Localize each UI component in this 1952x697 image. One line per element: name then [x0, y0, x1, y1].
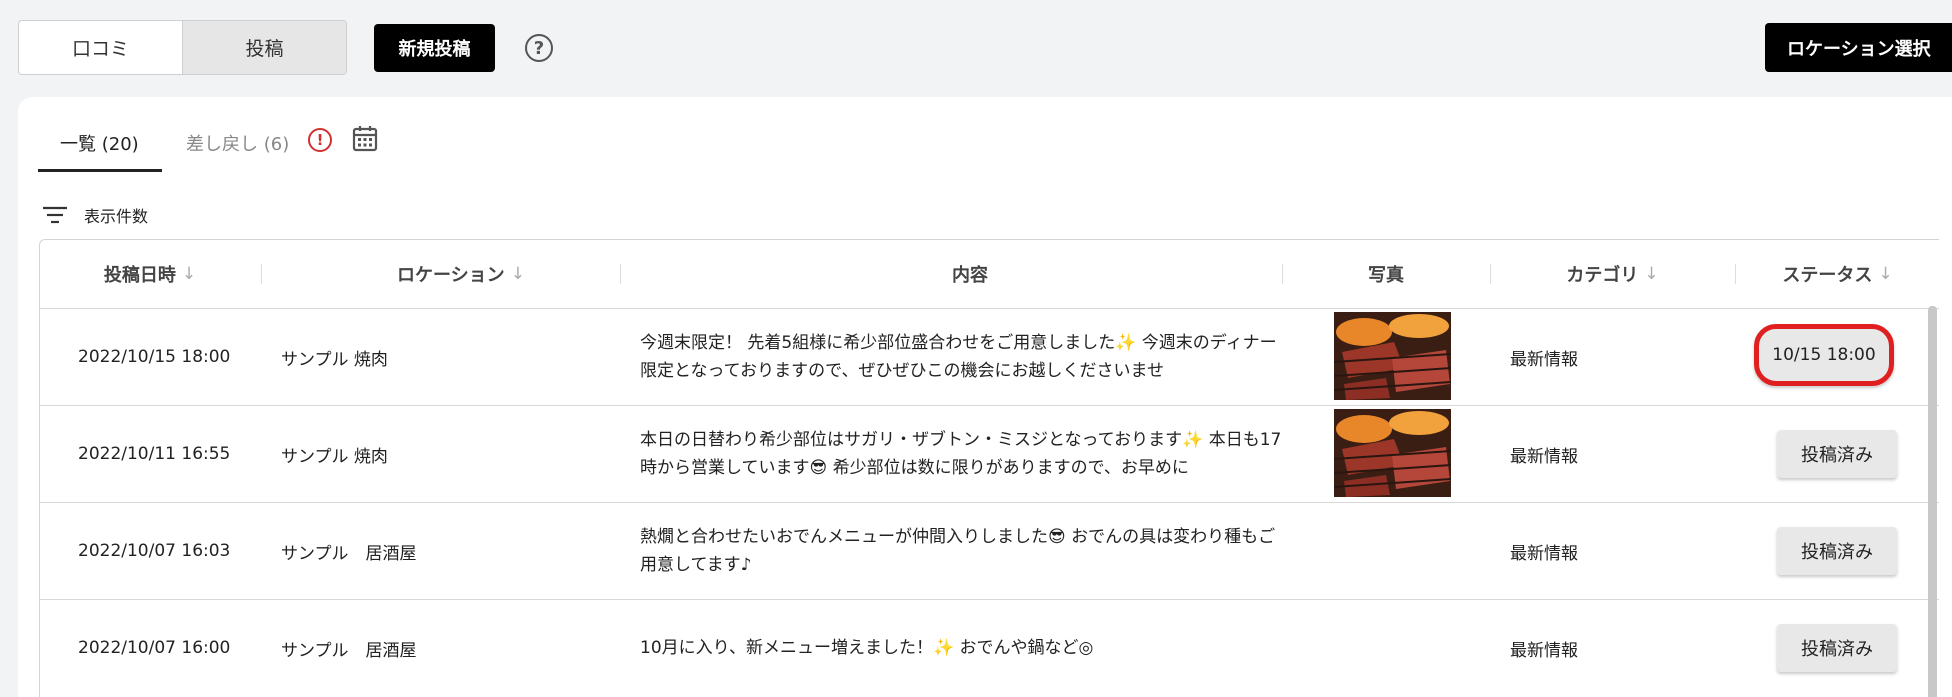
display-count-filter[interactable]: 表示件数 [42, 203, 148, 227]
location-select-button[interactable]: ロケーション選択 [1765, 23, 1952, 72]
posted-at-cell: 2022/10/07 16:00 [78, 638, 231, 658]
table-scrollbar[interactable] [1928, 306, 1937, 697]
location-cell: サンプル 居酒屋 [281, 640, 417, 661]
filter-icon [43, 206, 67, 224]
posted-status-button[interactable]: 投稿済み [1777, 624, 1897, 672]
calendar-icon[interactable] [352, 125, 378, 152]
sort-arrow-icon: ↓ [1644, 264, 1659, 284]
sort-arrow-icon: ↓ [510, 264, 525, 284]
content-cell: 熱燗と合わせたいおでんメニューが仲間入りしました😎 おでんの具は変わり種もご用意… [640, 503, 1285, 599]
location-cell: サンプル 居酒屋 [281, 543, 417, 564]
posted-at-cell: 2022/10/11 16:55 [78, 444, 231, 464]
table-row[interactable]: 2022/10/15 18:00 サンプル 焼肉 今週末限定！ 先着5組様に希少… [40, 308, 1939, 405]
content-cell: 10月に入り、新メニュー増えました！✨ おでんや鍋など◎ [640, 600, 1285, 696]
category-cell: 最新情報 [1510, 349, 1578, 370]
table-row[interactable]: 2022/10/07 16:03 サンプル 居酒屋 熱燗と合わせたいおでんメニュ… [40, 502, 1939, 599]
column-header-location[interactable]: ロケーション ↓ [261, 240, 661, 308]
content-text: 10月に入り、新メニュー増えました！✨ おでんや鍋など◎ [640, 638, 1094, 658]
location-cell: サンプル 焼肉 [281, 349, 388, 370]
post-photo[interactable] [1334, 312, 1451, 400]
location-cell: サンプル 焼肉 [281, 446, 388, 467]
content-cell: 今週末限定！ 先着5組様に希少部位盛合わせをご用意しました✨ 今週末のディナー限… [640, 309, 1285, 405]
scheduled-status-button[interactable]: 10/15 18:00 [1754, 324, 1894, 386]
category-cell: 最新情報 [1510, 543, 1578, 564]
posted-at-cell: 2022/10/07 16:03 [78, 541, 231, 561]
post-tabs: 一覧 (20) 差し戻し (6) [38, 118, 311, 172]
posts-toggle-button[interactable]: 投稿 [182, 21, 346, 74]
column-header-content: 内容 [952, 265, 988, 286]
post-photo[interactable] [1334, 409, 1451, 497]
column-header-status[interactable]: ステータス ↓ [1735, 240, 1939, 308]
category-cell: 最新情報 [1510, 640, 1578, 661]
post-type-toggle: 口コミ 投稿 [18, 20, 347, 75]
posts-table: 投稿日時 ↓ ロケーション ↓ 内容 写真 カテゴリ ↓ ステータス ↓ 2022/10… [39, 239, 1939, 697]
category-cell: 最新情報 [1510, 446, 1578, 467]
content-text: 今週末限定！ 先着5組様に希少部位盛合わせをご用意しました✨ 今週末のディナー限… [640, 333, 1277, 381]
posted-at-cell: 2022/10/15 18:00 [78, 347, 231, 367]
content-cell: 本日の日替わり希少部位はサガリ・ザブトン・ミスジとなっております✨ 本日も17時… [640, 406, 1285, 502]
column-header-posted-at[interactable]: 投稿日時 ↓ [40, 240, 260, 308]
tab-list[interactable]: 一覧 (20) [38, 118, 162, 172]
filter-label: 表示件数 [84, 207, 149, 226]
new-post-button[interactable]: 新規投稿 [374, 24, 495, 72]
content-text: 熱燗と合わせたいおでんメニューが仲間入りしました😎 おでんの具は変わり種もご用意… [640, 527, 1276, 575]
alert-icon: ! [308, 128, 332, 152]
help-icon[interactable]: ? [525, 34, 553, 62]
sort-arrow-icon: ↓ [181, 264, 197, 284]
posted-status-button[interactable]: 投稿済み [1777, 430, 1897, 478]
content-text: 本日の日替わり希少部位はサガリ・ザブトン・ミスジとなっております✨ 本日も17時… [640, 430, 1282, 478]
sort-arrow-icon: ↓ [1878, 264, 1893, 284]
posted-status-button[interactable]: 投稿済み [1777, 527, 1897, 575]
column-header-category[interactable]: カテゴリ ↓ [1490, 240, 1735, 308]
reviews-toggle-button[interactable]: 口コミ [19, 21, 182, 74]
table-row[interactable]: 2022/10/11 16:55 サンプル 焼肉 本日の日替わり希少部位はサガリ… [40, 405, 1939, 502]
table-row[interactable]: 2022/10/07 16:00 サンプル 居酒屋 10月に入り、新メニュー増え… [40, 599, 1939, 696]
tab-returned[interactable]: 差し戻し (6) [162, 118, 311, 172]
column-header-photo: 写真 [1368, 265, 1404, 286]
